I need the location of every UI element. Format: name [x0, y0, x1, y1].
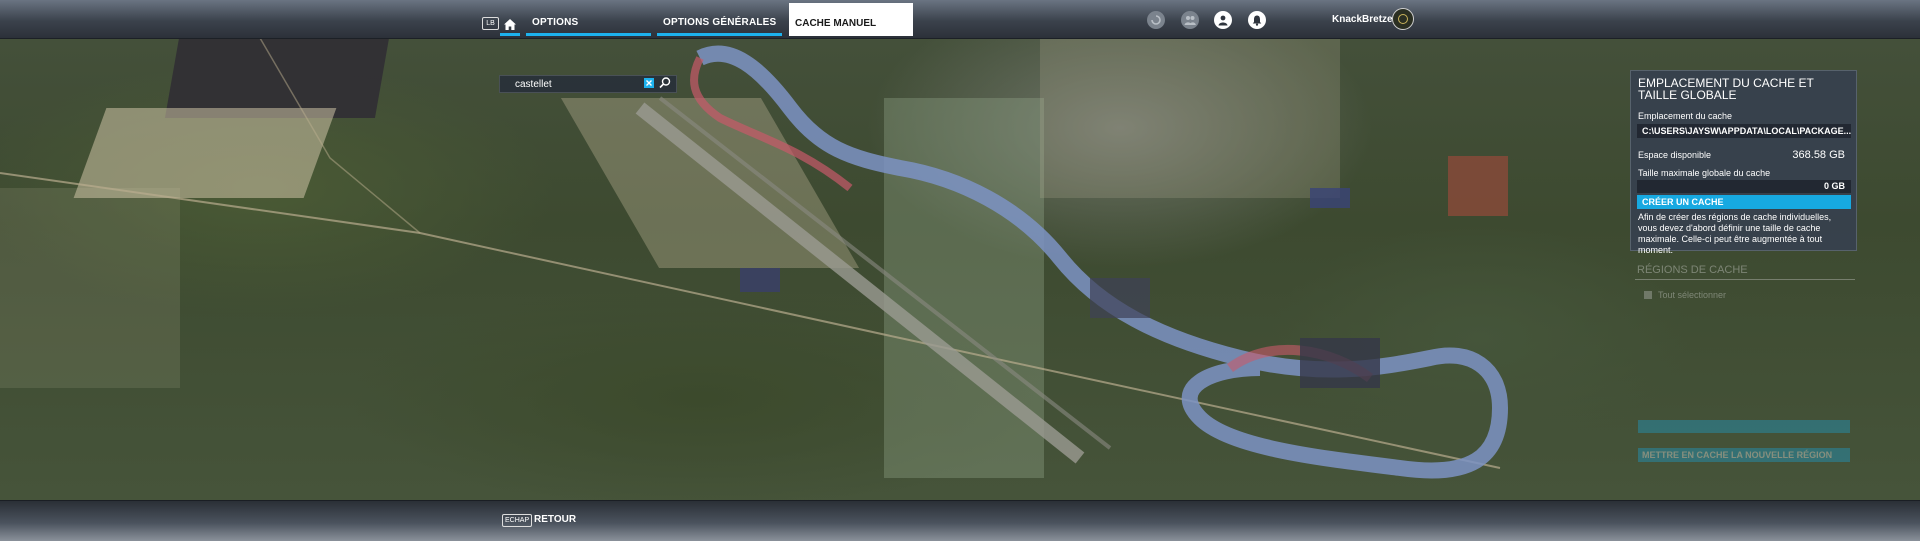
create-cache-button[interactable]: CRÉER UN CACHE — [1637, 195, 1851, 209]
avatar[interactable] — [1392, 8, 1414, 30]
home-button[interactable] — [500, 12, 520, 34]
friends-button[interactable] — [1181, 11, 1199, 29]
friends-icon — [1184, 16, 1196, 25]
profile-button[interactable] — [1214, 11, 1232, 29]
tab-manual-cache[interactable]: CACHE MANUEL — [789, 3, 913, 36]
cache-regions-divider — [1635, 279, 1855, 280]
tab-general-options-underline — [657, 33, 782, 36]
tab-options[interactable]: OPTIONS — [526, 12, 651, 36]
cache-new-region-button[interactable]: METTRE EN CACHE LA NOUVELLE RÉGION — [1638, 448, 1850, 462]
search-input[interactable] — [500, 76, 640, 92]
clear-search-button[interactable] — [644, 78, 654, 88]
cache-location-label: Emplacement du cache — [1638, 111, 1733, 121]
back-button[interactable]: RETOUR — [534, 514, 576, 525]
disabled-region-button[interactable] — [1638, 420, 1850, 433]
cache-settings-panel: EMPLACEMENT DU CACHE ET TAILLE GLOBALE E… — [1630, 70, 1857, 255]
tab-manual-cache-label: CACHE MANUEL — [795, 18, 877, 29]
top-bar: LB OPTIONS OPTIONS GÉNÉRALES CACHE MANUE… — [0, 0, 1920, 39]
activity-button[interactable] — [1147, 11, 1165, 29]
cache-regions-title: RÉGIONS DE CACHE — [1637, 264, 1748, 276]
username[interactable]: KnackBretzel — [1332, 14, 1395, 25]
search-button[interactable] — [658, 76, 672, 90]
max-cache-size-field[interactable]: 0 GB — [1637, 180, 1851, 193]
tab-general-options-label: OPTIONS GÉNÉRALES — [663, 17, 777, 28]
notifications-icon — [1252, 15, 1262, 26]
bottom-bar — [0, 500, 1920, 541]
available-space-row: Espace disponible 368.58 GB — [1637, 144, 1851, 166]
select-all-label: Tout sélectionner — [1658, 290, 1727, 300]
notifications-button[interactable] — [1248, 11, 1266, 29]
tab-options-underline — [526, 33, 651, 36]
profile-icon — [1218, 15, 1228, 26]
escape-key-hint: ECHAP — [502, 514, 533, 527]
tab-options-label: OPTIONS — [532, 17, 579, 28]
lb-button-hint: LB — [482, 17, 499, 30]
max-cache-size-label: Taille maximale globale du cache — [1638, 168, 1771, 178]
panel-title: EMPLACEMENT DU CACHE ET TAILLE GLOBALE — [1638, 76, 1814, 102]
close-icon — [646, 80, 652, 86]
tab-general-options[interactable]: OPTIONS GÉNÉRALES — [657, 12, 782, 36]
search-icon — [659, 77, 671, 89]
panel-description: Afin de créer des régions de cache indiv… — [1638, 212, 1832, 255]
home-icon — [504, 19, 516, 30]
cache-location-field[interactable]: C:\USERS\JAYSW\APPDATA\LOCAL\PACKAGE... — [1637, 124, 1851, 138]
home-underline — [500, 33, 520, 36]
available-space-label: Espace disponible — [1638, 150, 1712, 160]
available-space-value: 368.58 GB — [1792, 149, 1845, 161]
activity-icon — [1151, 15, 1161, 25]
select-all-checkbox[interactable] — [1644, 291, 1652, 299]
